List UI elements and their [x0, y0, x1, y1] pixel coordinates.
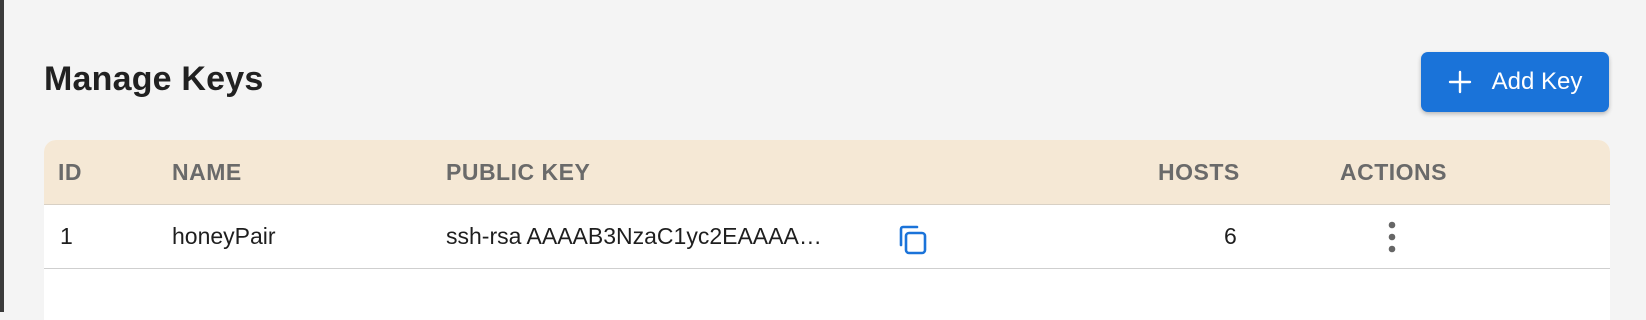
column-header-name[interactable]: NAME [172, 140, 242, 205]
keys-table: ID NAME PUBLIC KEY HOSTS ACTIONS 1 honey… [44, 140, 1610, 320]
plus-icon [1448, 70, 1472, 94]
add-key-button-label: Add Key [1491, 68, 1583, 95]
window-edge [0, 0, 4, 312]
column-header-public-key[interactable]: PUBLIC KEY [446, 140, 590, 205]
column-header-id[interactable]: ID [58, 140, 82, 205]
cell-hosts: 6 [1224, 223, 1237, 249]
cell-name: honeyPair [172, 223, 276, 249]
page: Manage Keys Add Key ID NAME PUBLIC KEY H… [0, 0, 1646, 320]
column-header-actions: ACTIONS [1340, 159, 1447, 185]
table-row[interactable]: 1 honeyPair ssh-rsa AAAAB3NzaC1yc2EAAAA…… [44, 205, 1610, 269]
column-header-hosts[interactable]: HOSTS [1158, 140, 1240, 205]
table-header: ID NAME PUBLIC KEY HOSTS ACTIONS [44, 140, 1610, 205]
more-vertical-icon[interactable] [1386, 219, 1398, 255]
cell-id: 1 [60, 223, 73, 249]
copy-icon[interactable] [895, 223, 929, 257]
add-key-button[interactable]: Add Key [1421, 52, 1609, 112]
cell-public-key: ssh-rsa AAAAB3NzaC1yc2EAAAA… [446, 223, 822, 249]
page-title: Manage Keys [44, 60, 264, 98]
